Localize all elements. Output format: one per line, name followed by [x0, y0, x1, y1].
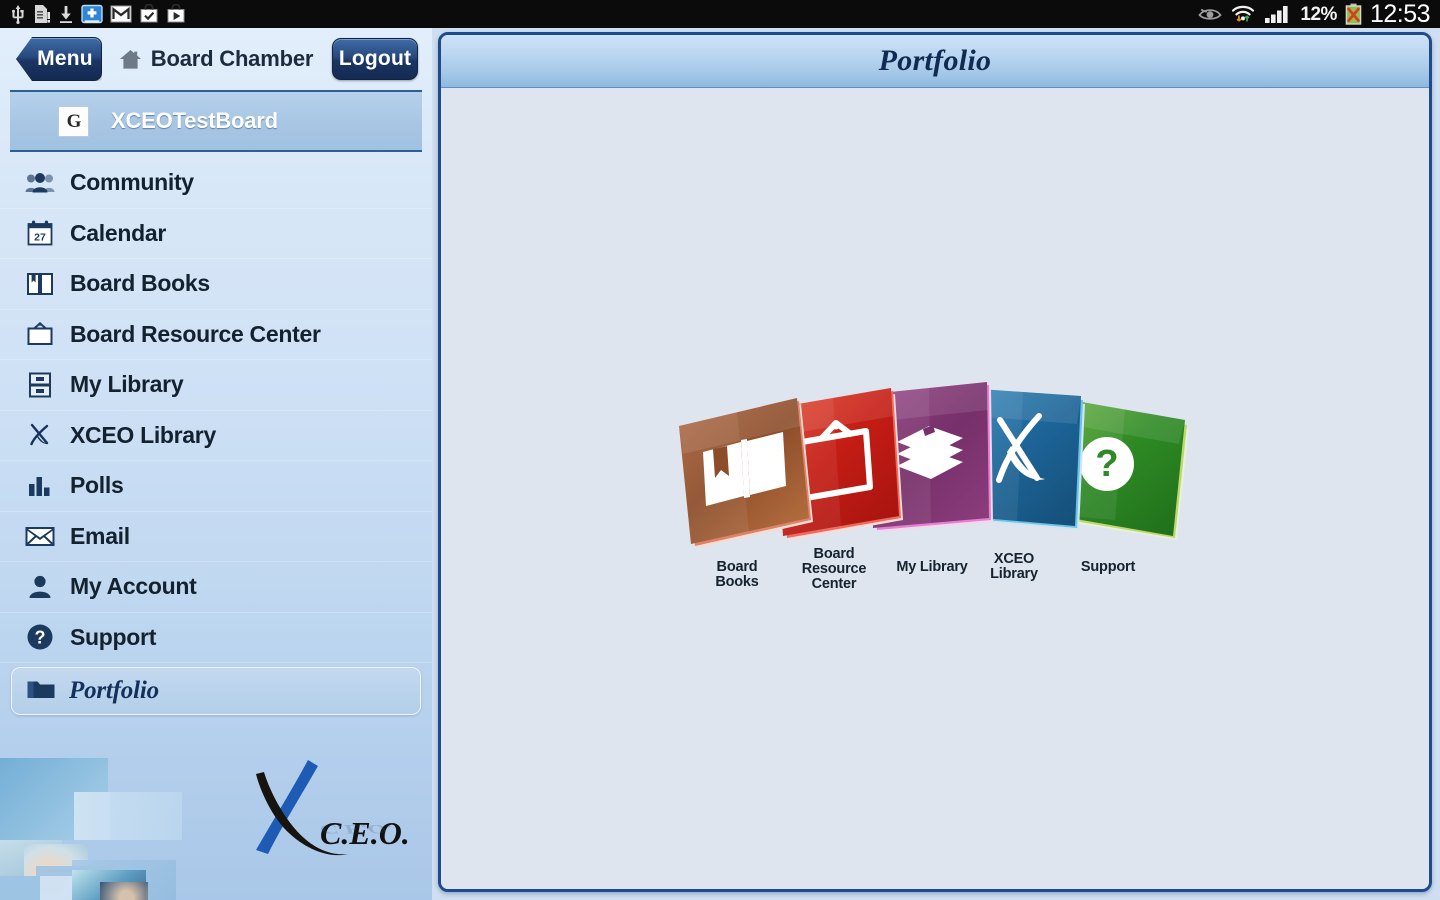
- svg-text:27: 27: [34, 232, 46, 244]
- xceo-k-icon: [25, 420, 55, 450]
- eye-icon: [1198, 8, 1223, 20]
- book-board-books: [679, 398, 813, 548]
- sidebar-item-xceo-library[interactable]: XCEO Library: [0, 411, 432, 461]
- sidebar-item-label: Board Books: [70, 270, 210, 297]
- home-icon: [119, 49, 141, 69]
- sidebar-footer-art: C.E.O. C.E.O.: [0, 748, 432, 900]
- person-icon: [25, 572, 55, 602]
- book-label-board-resource-center: Board Resource Center: [801, 546, 867, 593]
- sidebar-item-label: Community: [70, 169, 194, 196]
- folder-icon: [26, 677, 56, 706]
- sidebar-item-support[interactable]: ? Support: [0, 613, 432, 663]
- play-store-check-icon[interactable]: [139, 4, 159, 24]
- sidebar-item-board-books[interactable]: Board Books: [0, 259, 432, 310]
- mosaic-tile: [0, 876, 40, 900]
- sidebar-item-label: Portfolio: [69, 677, 159, 704]
- avatar: G: [58, 105, 89, 137]
- clipboard-icon: [25, 319, 55, 349]
- menu-button[interactable]: Menu: [16, 37, 102, 81]
- board-selector[interactable]: G XCEOTestBoard: [10, 90, 422, 152]
- sidebar-nav-list: Community 27 Calendar Board Books Board …: [0, 158, 432, 715]
- logout-button[interactable]: Logout: [332, 38, 418, 80]
- mosaic-photo-tile: [100, 882, 148, 900]
- svg-text:?: ?: [35, 628, 46, 648]
- question-circle-icon: ?: [25, 622, 55, 652]
- avatar-glyph: G: [66, 110, 82, 132]
- page-title: Board Chamber: [150, 46, 314, 71]
- system-status-icons: 12% 12:53: [1198, 0, 1440, 28]
- panel-title: Portfolio: [878, 44, 992, 77]
- sidebar-item-label: My Library: [70, 371, 184, 398]
- gmail-icon[interactable]: [110, 4, 132, 24]
- file-cabinet-icon: [25, 370, 55, 400]
- sidebar-item-board-resource-center[interactable]: Board Resource Center: [0, 310, 432, 360]
- sidebar-item-label: Support: [70, 623, 157, 650]
- envelope-icon: [25, 521, 55, 551]
- sidebar-header: Menu Board Chamber Logout: [0, 28, 432, 90]
- book-label-support: Support: [1080, 559, 1136, 575]
- panel-body: ? Board Books Board Resource Center My L…: [441, 88, 1429, 889]
- signal-bars-icon: [1265, 6, 1289, 23]
- sidebar-item-label: Polls: [70, 472, 124, 499]
- svg-text:?: ?: [1095, 443, 1118, 485]
- sidebar-item-my-account[interactable]: My Account: [0, 562, 432, 613]
- sidebar: Menu Board Chamber Logout G XCEOTestBoar…: [0, 28, 432, 900]
- wifi-transfer-icon: [1232, 5, 1255, 22]
- download-icon: [60, 6, 72, 23]
- status-bar: 12% 12:53: [0, 0, 1440, 28]
- sidebar-item-label: My Account: [70, 573, 197, 600]
- calendar-icon: 27: [25, 218, 55, 248]
- svg-text:C.E.O.: C.E.O.: [320, 822, 393, 836]
- sidebar-item-calendar[interactable]: 27 Calendar: [0, 209, 432, 259]
- sidebar-item-label: Board Resource Center: [70, 320, 321, 347]
- sidebar-item-portfolio[interactable]: Portfolio: [11, 667, 421, 715]
- panel-title-bar: Portfolio: [441, 35, 1429, 88]
- sidebar-item-label: XCEO Library: [70, 421, 216, 448]
- sidebar-item-email[interactable]: Email: [0, 512, 432, 562]
- people-icon: [25, 168, 55, 198]
- usb-icon: [12, 5, 24, 24]
- sidebar-item-label: Calendar: [70, 219, 167, 246]
- play-store-icon[interactable]: [166, 4, 186, 24]
- clock: 12:53: [1369, 0, 1431, 28]
- portfolio-books-fan[interactable]: ? Board Books Board Resource Center My L…: [655, 380, 1215, 610]
- notification-icons[interactable]: [0, 4, 186, 24]
- sidebar-item-label: Email: [70, 522, 130, 549]
- xceo-logo: C.E.O. C.E.O.: [256, 760, 410, 856]
- battery-percent: 12%: [1300, 3, 1337, 25]
- sidebar-item-community[interactable]: Community: [0, 158, 432, 209]
- mosaic-tile: [74, 792, 182, 840]
- board-name: XCEOTestBoard: [111, 108, 278, 133]
- app-update-icon[interactable]: [81, 4, 103, 24]
- mosaic-tile: [40, 876, 74, 900]
- open-book-icon: [25, 269, 55, 299]
- bar-chart-icon: [25, 471, 55, 501]
- sd-card-warning-icon: [35, 5, 50, 23]
- book-label-board-books: Board Books: [715, 559, 759, 591]
- battery-error-icon: [1345, 3, 1362, 25]
- main-content-panel: Portfolio ? Board Books Board Resource C…: [438, 32, 1432, 892]
- sidebar-item-my-library[interactable]: My Library: [0, 360, 432, 411]
- sidebar-item-polls[interactable]: Polls: [0, 461, 432, 512]
